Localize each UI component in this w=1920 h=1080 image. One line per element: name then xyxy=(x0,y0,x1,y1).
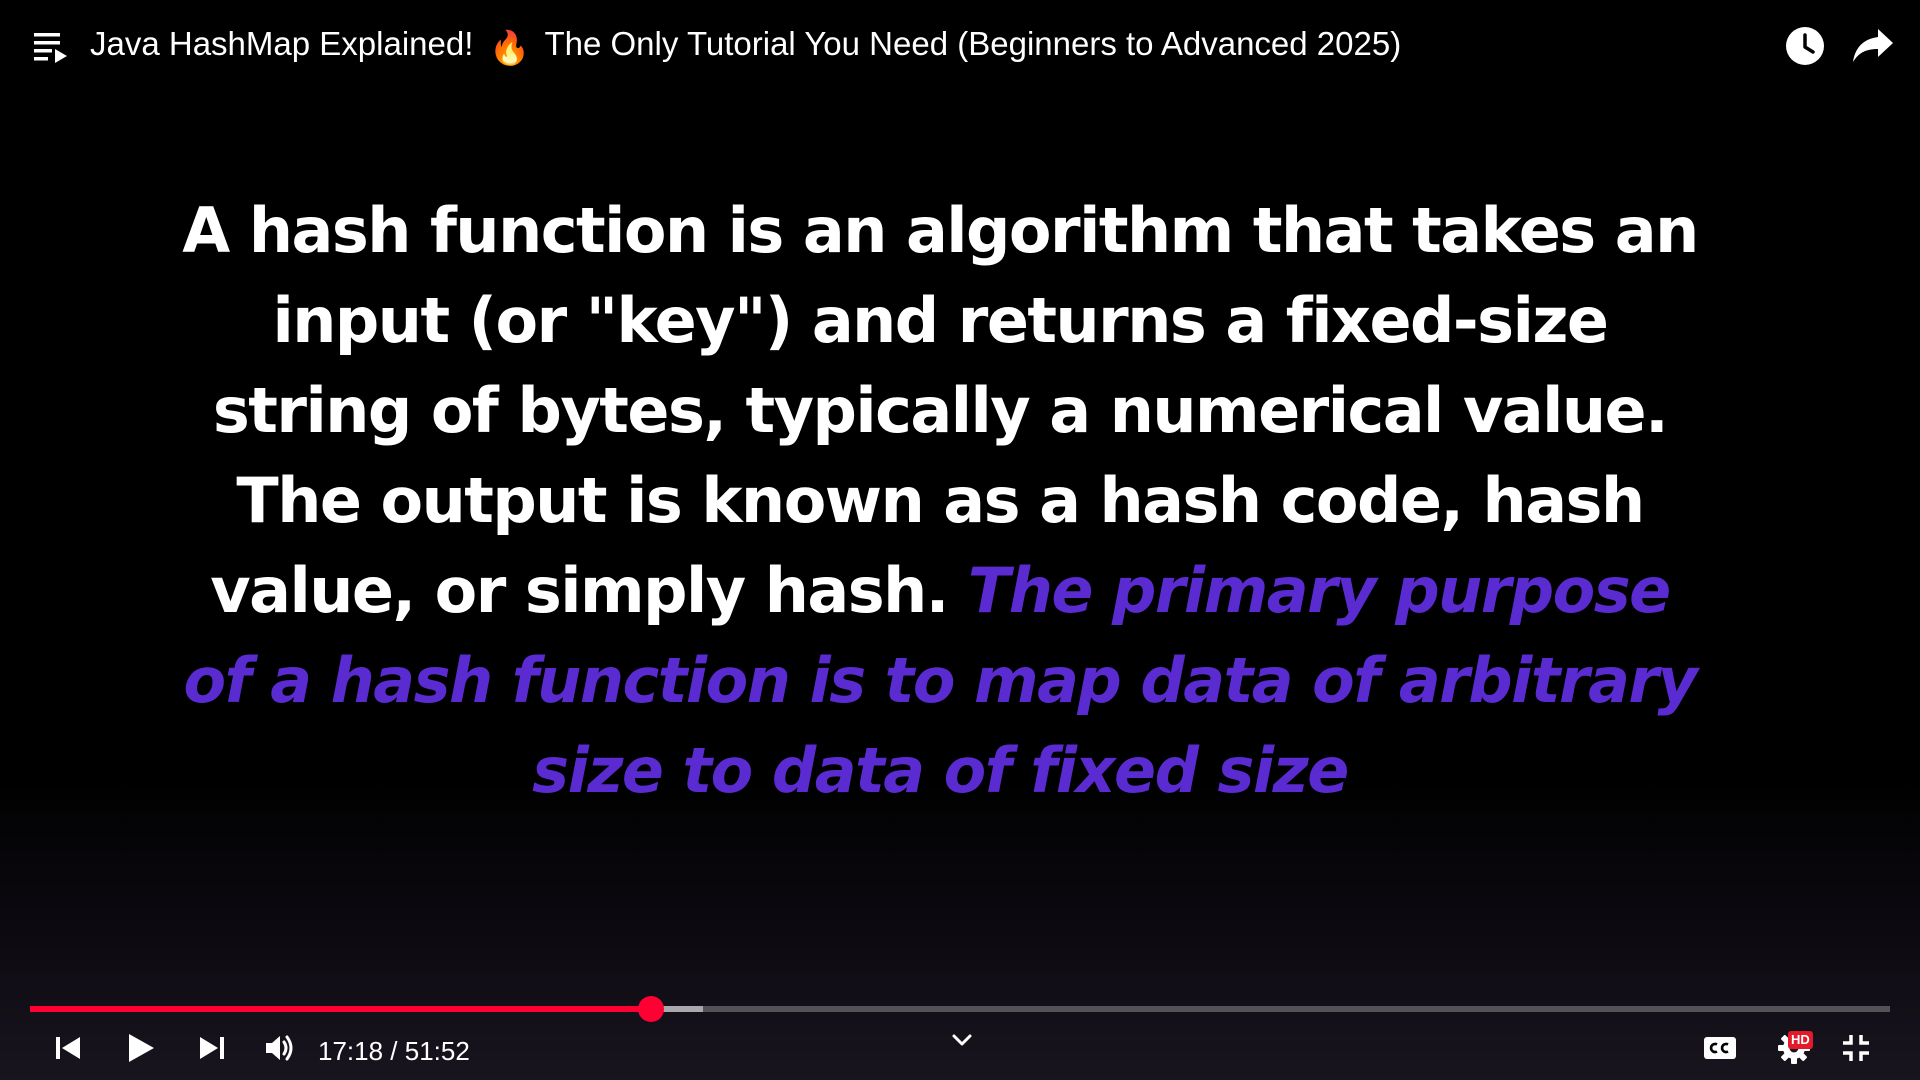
previous-icon xyxy=(53,1033,83,1068)
progress-bar[interactable] xyxy=(30,996,1890,1022)
progress-scrubber[interactable] xyxy=(637,996,664,1022)
slide-text: A hash function is an algorithm that tak… xyxy=(180,186,1700,816)
share-icon[interactable] xyxy=(1852,26,1894,66)
time-display: 17:18 / 51:52 xyxy=(318,1036,470,1066)
video-title-part2: The Only Tutorial You Need (Beginners to… xyxy=(544,25,1402,62)
player-controls: 17:18 / 51:52 HD xyxy=(0,1020,1920,1080)
volume-button[interactable] xyxy=(258,1028,302,1072)
quality-badge: HD xyxy=(1788,1031,1813,1049)
volume-icon xyxy=(263,1031,297,1070)
fire-icon: 🔥 xyxy=(489,29,531,66)
next-icon xyxy=(197,1033,227,1068)
video-title[interactable]: Java HashMap Explained! 🔥 The Only Tutoria… xyxy=(90,24,1401,68)
video-player[interactable]: Java HashMap Explained! 🔥 The Only Tutoria… xyxy=(0,0,1920,1080)
closed-captions-button[interactable] xyxy=(1700,1030,1740,1070)
playlist-icon[interactable] xyxy=(34,30,68,64)
play-icon xyxy=(123,1031,157,1070)
watch-later-icon[interactable] xyxy=(1785,26,1825,66)
exit-fullscreen-button[interactable] xyxy=(1836,1030,1876,1070)
previous-button[interactable] xyxy=(48,1030,88,1070)
top-bar: Java HashMap Explained! 🔥 The Only Tutoria… xyxy=(0,0,1920,90)
play-button[interactable] xyxy=(118,1028,162,1072)
video-title-part1: Java HashMap Explained! xyxy=(90,25,474,62)
exit-fullscreen-icon xyxy=(1841,1033,1871,1068)
next-button[interactable] xyxy=(192,1030,232,1070)
closed-captions-icon xyxy=(1703,1034,1737,1067)
progress-played xyxy=(30,1006,651,1012)
chevron-down-icon xyxy=(951,1032,973,1053)
chapters-toggle-button[interactable] xyxy=(944,1024,980,1060)
